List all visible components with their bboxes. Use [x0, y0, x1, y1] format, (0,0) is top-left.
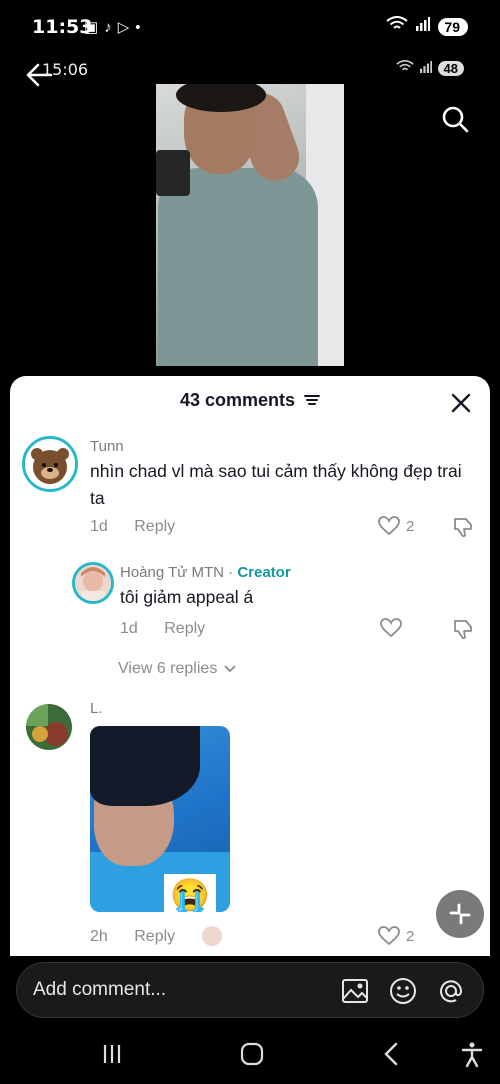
comment-photo[interactable]: 😭: [90, 726, 230, 912]
photo-phone: [156, 150, 190, 196]
like-count: 2: [406, 517, 415, 535]
collapse-icon: [449, 903, 471, 925]
screenshot-icon: ▣: [84, 19, 99, 36]
filter-icon[interactable]: [304, 391, 321, 412]
comments-sheet: 43 comments Tunn nhìn chad vl mà sao tui…: [10, 376, 490, 956]
like-button[interactable]: 2: [378, 516, 414, 536]
like-button[interactable]: 2: [378, 926, 414, 946]
heart-icon: [378, 516, 400, 536]
battery-badge: 79: [438, 17, 468, 36]
comment-meta: 1d Reply: [120, 620, 205, 638]
comment-username[interactable]: L.: [90, 700, 103, 717]
like-button[interactable]: [380, 618, 402, 638]
reply-username[interactable]: Hoàng Tử MTN: [120, 564, 224, 581]
image-icon[interactable]: [341, 977, 369, 1005]
like-count: 2: [406, 927, 415, 945]
creator-liked-avatar: [202, 926, 222, 946]
crying-emoji-icon: 😭: [164, 874, 216, 912]
system-nav-bar: [0, 1028, 500, 1084]
tiktok-icon: ♪: [104, 18, 112, 36]
dot-icon: •: [135, 18, 141, 36]
comment-meta: 2h Reply: [90, 928, 175, 946]
comment-age: 1d: [90, 518, 108, 535]
comment-age: 2h: [90, 928, 108, 945]
emoji-icon[interactable]: [389, 977, 417, 1005]
photo-shirt: [158, 168, 318, 366]
wifi-icon: [386, 16, 409, 37]
close-icon[interactable]: [450, 392, 472, 414]
dislike-icon[interactable]: [452, 516, 474, 543]
signal-icon: [416, 17, 431, 36]
dislike-icon[interactable]: [452, 618, 474, 645]
view-replies-label[interactable]: View 6 replies: [118, 660, 217, 677]
avatar[interactable]: [26, 704, 72, 750]
signal-icon: [419, 60, 432, 76]
reply-button[interactable]: Reply: [164, 620, 205, 637]
video-thumbnail[interactable]: [156, 84, 344, 366]
comment-age: 1d: [120, 620, 138, 637]
wifi-icon: [395, 60, 414, 76]
heart-icon: [380, 618, 402, 638]
status-bar: 11:53 ▣ ♪ ▷ • 79: [0, 0, 500, 56]
comment-input[interactable]: Add comment...: [16, 962, 484, 1018]
inner-status-right: 48: [395, 60, 464, 76]
mention-icon[interactable]: [437, 977, 465, 1005]
chevron-down-icon: [224, 665, 236, 673]
recent-apps-icon[interactable]: [98, 1040, 126, 1068]
comment-meta: 1d Reply: [90, 518, 175, 536]
notification-icons: ▣ ♪ ▷ •: [84, 18, 141, 37]
heart-icon: [378, 926, 400, 946]
battery-badge-inner: 48: [437, 60, 464, 76]
username-separator: ·: [228, 564, 234, 581]
back-icon[interactable]: [378, 1040, 406, 1068]
search-icon[interactable]: [440, 104, 470, 134]
collapse-button[interactable]: [436, 890, 484, 938]
avatar[interactable]: [22, 436, 78, 492]
comment-text: nhìn chad vl mà sao tui cảm thấy không đ…: [90, 461, 462, 508]
view-replies-button[interactable]: View 6 replies: [118, 660, 236, 678]
inner-status-time: 15:06: [42, 60, 89, 79]
comment-input-placeholder[interactable]: Add comment...: [33, 979, 166, 1001]
reply-button[interactable]: Reply: [134, 928, 175, 945]
comments-header: 43 comments: [10, 390, 490, 412]
comments-title: 43 comments: [179, 390, 296, 410]
reply-button[interactable]: Reply: [134, 518, 175, 535]
creator-badge: Creator: [237, 564, 291, 581]
comment-text: tôi giảm appeal á: [120, 587, 254, 607]
home-icon[interactable]: [238, 1040, 266, 1068]
comment-username[interactable]: Hoàng Tử MTN · Creator: [120, 564, 291, 581]
accessibility-icon[interactable]: [458, 1040, 486, 1068]
play-icon: ▷: [117, 19, 130, 36]
photo-hair: [90, 726, 200, 806]
comment-username[interactable]: Tunn: [90, 438, 124, 455]
avatar[interactable]: [72, 562, 114, 604]
status-right: 79: [386, 16, 468, 37]
